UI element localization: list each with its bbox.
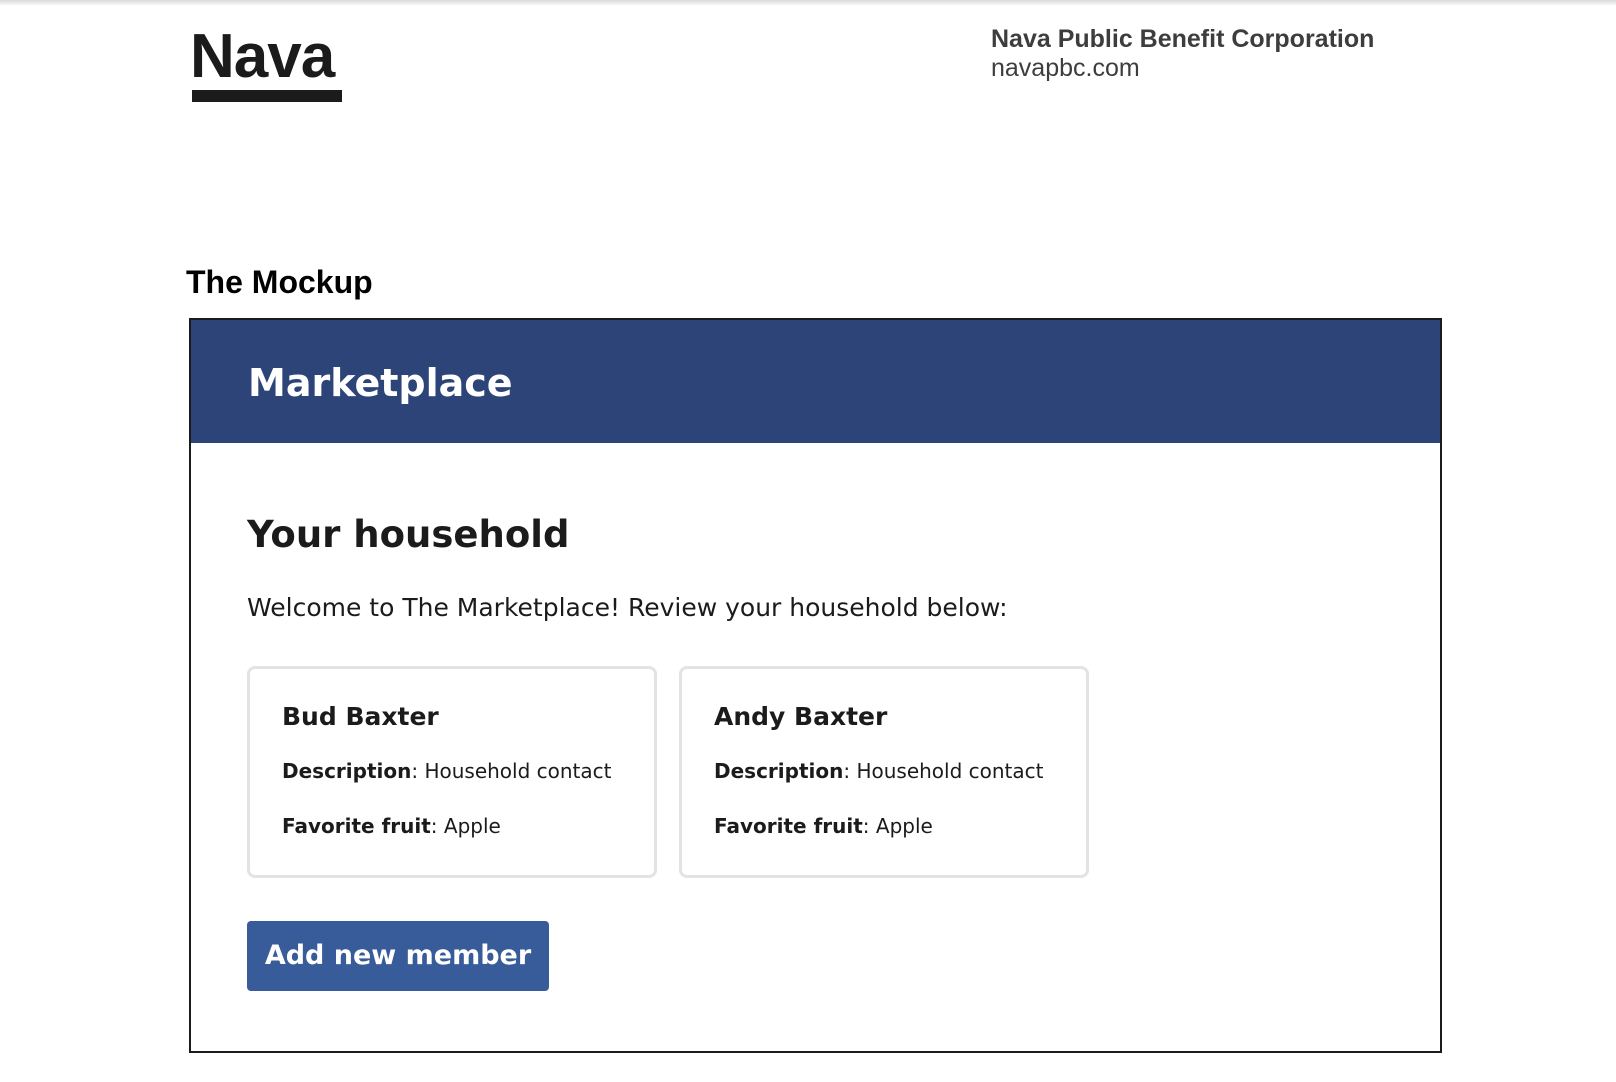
member-card: Andy Baxter Description: Household conta… bbox=[679, 666, 1089, 878]
description-value: : Household contact bbox=[411, 759, 612, 783]
add-new-member-button[interactable]: Add new member bbox=[247, 921, 549, 991]
welcome-text: Welcome to The Marketplace! Review your … bbox=[247, 593, 1008, 622]
household-heading: Your household bbox=[247, 513, 570, 556]
mockup-frame: Marketplace Your household Welcome to Th… bbox=[189, 318, 1442, 1053]
fruit-value: : Apple bbox=[862, 814, 933, 838]
description-value: : Household contact bbox=[843, 759, 1044, 783]
org-info: Nava Public Benefit Corporation navapbc.… bbox=[991, 24, 1411, 82]
member-name: Bud Baxter bbox=[282, 702, 439, 731]
member-description: Description: Household contact bbox=[714, 757, 1044, 785]
fruit-label: Favorite fruit bbox=[714, 814, 863, 838]
org-name: Nava Public Benefit Corporation bbox=[991, 25, 1375, 53]
logo-underline-bar bbox=[192, 90, 342, 102]
section-title: The Mockup bbox=[186, 264, 373, 300]
logo-wordmark: Nava bbox=[190, 22, 335, 91]
marketplace-title: Marketplace bbox=[248, 361, 513, 405]
member-cards: Bud Baxter Description: Household contac… bbox=[247, 666, 1147, 878]
member-name: Andy Baxter bbox=[714, 702, 888, 731]
description-label: Description bbox=[714, 759, 844, 783]
member-description: Description: Household contact bbox=[282, 757, 612, 785]
fruit-label: Favorite fruit bbox=[282, 814, 431, 838]
org-url: navapbc.com bbox=[991, 54, 1140, 82]
marketplace-header: Marketplace bbox=[191, 320, 1440, 443]
top-edge-shadow bbox=[0, 0, 1616, 6]
member-favorite-fruit: Favorite fruit: Apple bbox=[714, 812, 933, 840]
fruit-value: : Apple bbox=[430, 814, 501, 838]
nava-logo: Nava bbox=[190, 26, 346, 104]
member-card: Bud Baxter Description: Household contac… bbox=[247, 666, 657, 878]
member-favorite-fruit: Favorite fruit: Apple bbox=[282, 812, 501, 840]
description-label: Description bbox=[282, 759, 412, 783]
